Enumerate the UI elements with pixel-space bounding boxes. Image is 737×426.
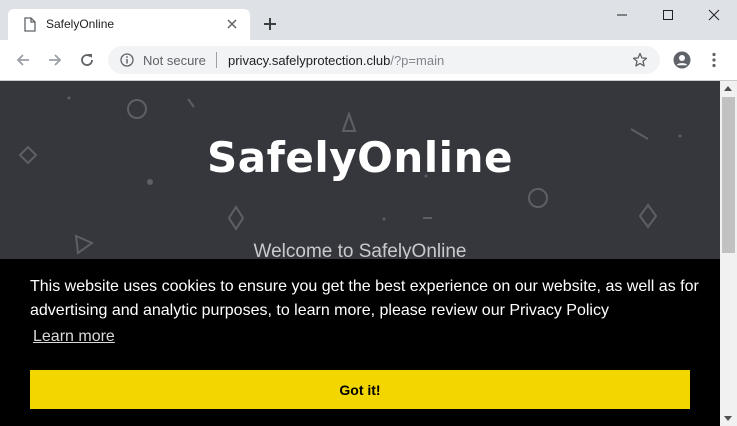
learn-more-link[interactable]: Learn more [33,328,115,346]
close-window-icon[interactable] [691,0,737,30]
scroll-down-arrow-icon[interactable] [724,416,732,421]
browser-toolbar: Not secure privacy.safelyprotection.club… [0,40,737,81]
url-text[interactable]: privacy.safelyprotection.club/?p=main [228,53,444,68]
browser-tab[interactable]: SafelyOnline [8,9,250,40]
url-path: /?p=main [390,53,445,68]
browser-window: SafelyOnline Not secure privacy.safelypr… [0,0,737,426]
info-icon[interactable] [120,53,134,67]
bookmark-star-icon[interactable] [632,52,648,68]
minimize-icon[interactable] [599,0,645,30]
accept-cookies-button[interactable]: Got it! [30,370,690,409]
url-host: privacy.safelyprotection.club [228,53,391,68]
tab-strip: SafelyOnline [0,0,737,40]
maximize-icon[interactable] [645,0,691,30]
reload-icon[interactable] [76,49,98,71]
account-icon[interactable] [671,49,693,71]
scroll-up-arrow-icon[interactable] [724,86,732,91]
new-tab-icon[interactable] [262,16,278,32]
site-title: SafelyOnline [207,133,513,182]
page-icon [24,17,36,32]
not-secure-label[interactable]: Not secure [143,53,206,68]
tab-title: SafelyOnline [46,17,115,31]
vertical-scrollbar[interactable] [720,81,737,426]
separator [216,52,217,68]
address-bar[interactable]: Not secure privacy.safelyprotection.club… [108,46,660,74]
scrollbar-thumb[interactable] [722,97,735,253]
close-tab-icon[interactable] [224,16,240,32]
back-arrow-icon[interactable] [12,49,34,71]
forward-arrow-icon[interactable] [44,49,66,71]
menu-kebab-icon[interactable] [703,49,725,71]
cookie-message: This website uses cookies to ensure you … [30,278,699,319]
cookie-banner: This website uses cookies to ensure you … [0,259,720,426]
